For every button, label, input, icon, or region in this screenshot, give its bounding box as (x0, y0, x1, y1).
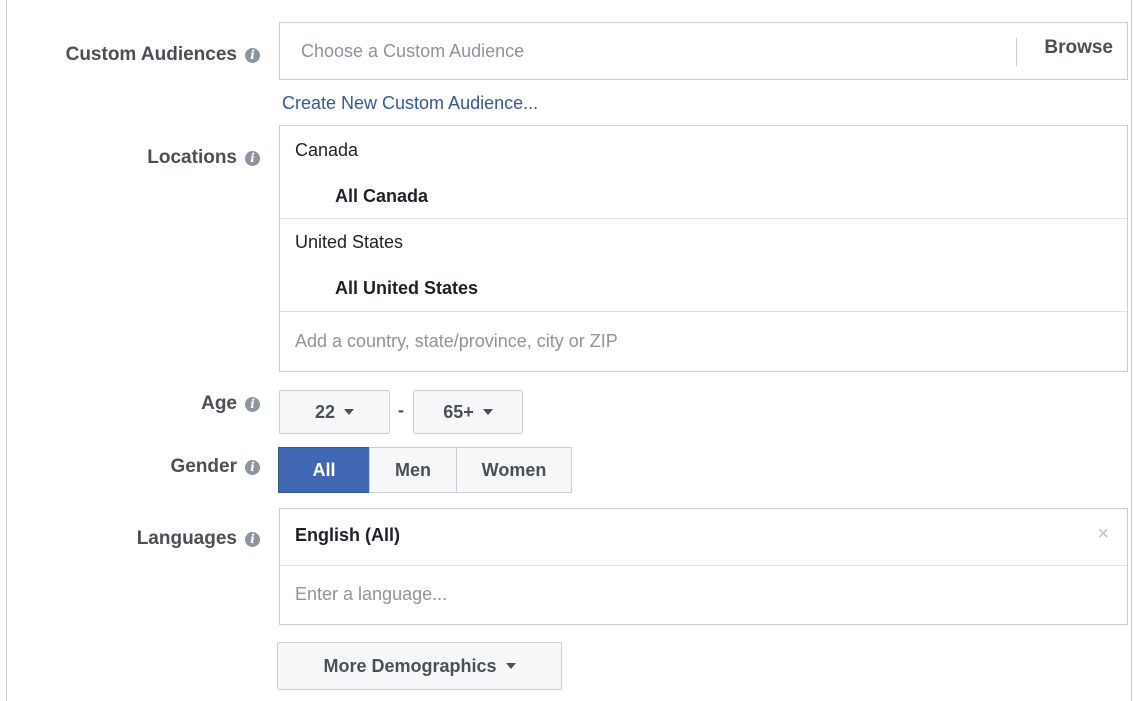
age-min-dropdown[interactable]: 22 (279, 390, 390, 434)
location-input[interactable]: Add a country, state/province, city or Z… (280, 312, 1127, 372)
locations-box: Canada All Canada United States All Unit… (279, 125, 1128, 372)
languages-label-text: Languages (136, 528, 237, 549)
location-country: Canada (295, 140, 359, 160)
browse-divider (1016, 38, 1017, 66)
location-region[interactable]: All United States (335, 278, 478, 299)
info-icon[interactable]: i (245, 47, 260, 63)
language-input[interactable]: Enter a language... (280, 566, 1127, 624)
language-input-placeholder: Enter a language... (295, 584, 448, 604)
caret-down-icon (505, 663, 516, 669)
location-entry: Canada All Canada (280, 126, 1127, 218)
languages-box: English (All) × Enter a language... (279, 508, 1128, 625)
location-country: United States (295, 232, 404, 252)
custom-audiences-label: Custom Audiences i (66, 44, 260, 66)
gender-label: Gender i (170, 456, 260, 478)
gender-women-button[interactable]: Women (456, 447, 572, 493)
browse-button[interactable]: Browse (1044, 37, 1113, 59)
gender-all-button[interactable]: All (278, 447, 370, 493)
gender-men-button[interactable]: Men (369, 447, 457, 493)
create-custom-audience-link[interactable]: Create New Custom Audience... (282, 93, 538, 114)
locations-label: Locations i (147, 147, 260, 169)
info-icon[interactable]: i (245, 531, 260, 547)
custom-audiences-label-text: Custom Audiences (65, 44, 237, 65)
locations-label-text: Locations (147, 147, 237, 168)
custom-audience-field[interactable]: Choose a Custom Audience Browse (279, 22, 1128, 80)
custom-audience-placeholder: Choose a Custom Audience (301, 41, 525, 61)
caret-down-icon (482, 409, 493, 415)
info-icon[interactable]: i (245, 396, 260, 412)
age-max-dropdown[interactable]: 65+ (413, 390, 523, 434)
more-demographics-button[interactable]: More Demographics (277, 642, 562, 690)
location-input-placeholder: Add a country, state/province, city or Z… (295, 331, 618, 351)
age-label-text: Age (201, 393, 237, 414)
age-label: Age i (201, 393, 260, 415)
info-icon[interactable]: i (245, 150, 260, 166)
age-max-value: 65+ (443, 401, 474, 422)
info-icon[interactable]: i (245, 459, 260, 475)
location-region[interactable]: All Canada (335, 186, 428, 207)
more-demographics-label: More Demographics (323, 655, 497, 676)
age-separator: - (398, 400, 404, 420)
languages-label: Languages i (137, 528, 260, 550)
gender-label-text: Gender (170, 456, 237, 477)
caret-down-icon (344, 409, 355, 415)
language-selected: English (All) (295, 525, 400, 545)
location-entry: United States All United States (280, 219, 1127, 311)
close-icon[interactable]: × (1097, 523, 1109, 546)
language-token: English (All) × (280, 509, 1127, 565)
age-min-value: 22 (314, 401, 336, 422)
